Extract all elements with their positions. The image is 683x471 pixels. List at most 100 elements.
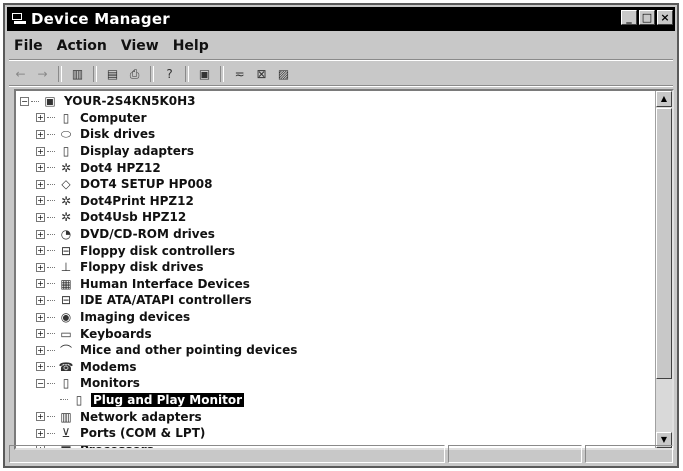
tree-category-item[interactable]: + ⊥ Floppy disk drives — [20, 259, 299, 276]
port-icon: ⊻ — [61, 426, 71, 441]
monitor-icon: ▯ — [75, 392, 83, 407]
show-hide-tree-icon: ▥ — [71, 67, 84, 81]
tree-device-item[interactable]: ▯ Plug and Play Monitor — [20, 392, 299, 409]
tree-category-item[interactable]: + ⊟ IDE ATA/ATAPI controllers — [20, 292, 299, 309]
scan-hardware-icon: ▣ — [198, 67, 211, 81]
menu-file[interactable]: File — [7, 38, 50, 54]
expand-toggle[interactable]: + — [36, 295, 45, 305]
tree-item-label: Imaging devices — [80, 310, 191, 325]
tree-category-item[interactable]: + ◇ DOT4 SETUP HP008 — [20, 176, 299, 193]
tree-item-label: IDE ATA/ATAPI controllers — [80, 293, 252, 308]
tree-category-item[interactable]: + ▭ Keyboards — [20, 325, 299, 342]
tree-item-label: Dot4 HPZ12 — [80, 160, 161, 175]
print-button[interactable]: ⎙ — [125, 65, 144, 83]
collapse-toggle[interactable]: − — [36, 378, 45, 388]
tree-category-item[interactable]: + ▯ Computer — [20, 110, 299, 127]
tree-connector — [47, 382, 55, 384]
collapse-toggle[interactable]: − — [20, 96, 29, 106]
forward-arrow-icon: → — [37, 67, 48, 81]
expand-toggle[interactable]: + — [36, 129, 45, 139]
expand-toggle[interactable]: + — [36, 412, 45, 422]
tree-category-item[interactable]: + ▥ Network adapters — [20, 408, 299, 425]
arrow-up-icon: ▲ — [660, 94, 668, 103]
disable-icon: ▨ — [277, 67, 290, 81]
hid-icon: ▦ — [60, 276, 72, 291]
tree-category-item[interactable]: + ◉ Imaging devices — [20, 309, 299, 326]
uninstall-button[interactable]: ⊠ — [252, 65, 271, 83]
tree-connector — [47, 117, 55, 119]
tree-item-label: Modems — [80, 359, 137, 374]
menu-action[interactable]: Action — [50, 38, 114, 54]
tree-root-label: YOUR-2S4KN5K0H3 — [64, 94, 196, 109]
expand-toggle[interactable]: + — [36, 279, 45, 289]
maximize-button[interactable]: □ — [639, 10, 655, 25]
back-arrow-button[interactable]: ← — [11, 65, 30, 83]
expand-toggle[interactable]: + — [36, 262, 45, 272]
tree-item-label: Human Interface Devices — [80, 276, 250, 291]
expand-toggle[interactable]: + — [36, 212, 45, 222]
device-manager-window: Device Manager _ □ × File Action View He… — [3, 3, 679, 468]
print-icon: ⎙ — [129, 66, 140, 81]
expand-toggle[interactable]: + — [36, 146, 45, 156]
forward-arrow-button[interactable]: → — [33, 65, 52, 83]
tree-item-label: DVD/CD-ROM drives — [80, 227, 215, 242]
expand-toggle[interactable]: + — [36, 163, 45, 173]
status-panel-2 — [448, 445, 582, 463]
tree-connector — [47, 283, 55, 285]
expand-toggle[interactable]: + — [36, 428, 45, 438]
menu-view[interactable]: View — [114, 38, 166, 54]
minimize-button[interactable]: _ — [621, 10, 637, 25]
expand-toggle[interactable]: + — [36, 246, 45, 256]
tree-category-item[interactable]: + ⊟ Floppy disk controllers — [20, 242, 299, 259]
help-button[interactable]: ? — [160, 65, 179, 83]
tree-category-item[interactable]: + ⬭ Disk drives — [20, 126, 299, 143]
expand-toggle[interactable]: + — [36, 196, 45, 206]
tree-category-item[interactable]: + ☎ Modems — [20, 359, 299, 376]
tree-category-item[interactable]: + ✲ Dot4Usb HPZ12 — [20, 209, 299, 226]
device-manager-icon — [11, 12, 27, 26]
show-hide-tree-button[interactable]: ▥ — [68, 65, 87, 83]
tree-category-item[interactable]: + ▦ Human Interface Devices — [20, 276, 299, 293]
title-bar[interactable]: Device Manager _ □ × — [7, 7, 675, 31]
cdrom-icon: ◔ — [60, 227, 72, 242]
tree-connector — [47, 250, 55, 252]
tree-category-item[interactable]: + ◔ DVD/CD-ROM drives — [20, 226, 299, 243]
close-button[interactable]: × — [657, 10, 673, 25]
tree-category-item[interactable]: + ⌒ Mice and other pointing devices — [20, 342, 299, 359]
tree-connector — [47, 200, 55, 202]
display-adapter-icon: ▯ — [62, 144, 70, 159]
properties-button[interactable]: ▤ — [103, 65, 122, 83]
expand-toggle[interactable]: + — [36, 113, 45, 123]
tree-connector — [47, 233, 55, 235]
close-icon: × — [660, 11, 670, 24]
tree-category-item[interactable]: + ✲ Dot4Print HPZ12 — [20, 193, 299, 210]
tree-item-label: DOT4 SETUP HP008 — [80, 177, 213, 192]
properties-icon: ▤ — [106, 67, 119, 81]
update-driver-icon: ≂ — [234, 67, 245, 81]
expand-toggle[interactable]: + — [36, 329, 45, 339]
tree-connector — [31, 100, 39, 102]
tree-root[interactable]: − ▣ YOUR-2S4KN5K0H3 — [20, 93, 299, 110]
toolbar-separator — [58, 66, 62, 82]
expand-toggle[interactable]: + — [36, 229, 45, 239]
menu-help[interactable]: Help — [166, 38, 216, 54]
computer-icon: ▣ — [44, 94, 56, 109]
tree-category-item[interactable]: + ▯ Display adapters — [20, 143, 299, 160]
scroll-thumb[interactable] — [656, 108, 672, 379]
expand-toggle[interactable]: + — [36, 345, 45, 355]
tree-connector — [47, 266, 55, 268]
update-driver-button[interactable]: ≂ — [230, 65, 249, 83]
tree-item-label: Dot4Usb HPZ12 — [80, 210, 187, 225]
vertical-scrollbar[interactable]: ▲ ▼ — [655, 91, 672, 448]
ide-controller-icon: ⊟ — [60, 293, 72, 308]
tree-connector — [47, 133, 55, 135]
expand-toggle[interactable]: + — [36, 179, 45, 189]
disable-button[interactable]: ▨ — [274, 65, 293, 83]
expand-toggle[interactable]: + — [36, 312, 45, 322]
tree-category-item[interactable]: + ⊻ Ports (COM & LPT) — [20, 425, 299, 442]
expand-toggle[interactable]: + — [36, 362, 45, 372]
scroll-up-button[interactable]: ▲ — [656, 91, 672, 107]
tree-category-item[interactable]: − ▯ Monitors — [20, 375, 299, 392]
tree-category-item[interactable]: + ✲ Dot4 HPZ12 — [20, 159, 299, 176]
scan-hardware-button[interactable]: ▣ — [195, 65, 214, 83]
